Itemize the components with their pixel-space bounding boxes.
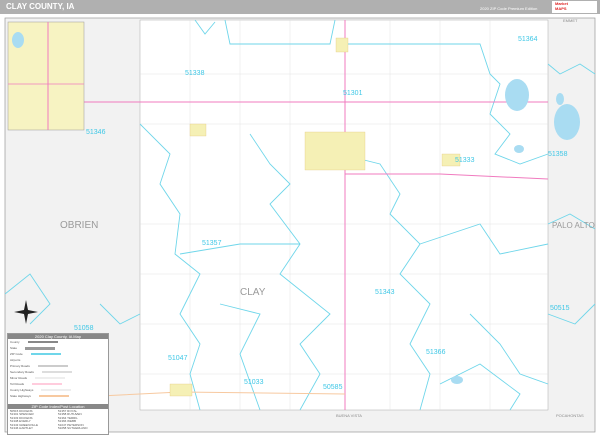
- zip-label-51333: 51333: [455, 157, 475, 164]
- zip-label-50515: 50515: [550, 305, 570, 312]
- logo-text-2: MAPS: [555, 6, 567, 11]
- map-title: CLAY COUNTY, IA: [6, 2, 75, 11]
- zip-index-row: 51058 SUTHERLAND: [58, 426, 88, 431]
- neighbor-label-emmet: EMMET: [563, 18, 578, 23]
- county-label-clay: CLAY: [240, 287, 266, 298]
- neighbor-label-obrien: OBRIEN: [60, 220, 98, 231]
- zip-label-51033: 51033: [244, 379, 264, 386]
- inset-lake: [12, 32, 24, 48]
- neighbor-label-buena-vista: BUENA VISTA: [336, 413, 362, 418]
- zip-label-50585: 50585: [323, 384, 343, 391]
- neighbor-label-palo-alto: PALO ALTO: [552, 221, 595, 230]
- publisher-logo: Market MAPS: [552, 1, 597, 13]
- zip-label-51058: 51058: [74, 325, 94, 332]
- zip-label-51357: 51357: [202, 240, 222, 247]
- zip-label-51364: 51364: [518, 36, 538, 43]
- title-bar: CLAY COUNTY, IA 2020 ZIP Code Premium Ed…: [0, 0, 600, 14]
- clay-county-area: [139, 19, 549, 411]
- zip-label-51346: 51346: [86, 129, 106, 136]
- zip-label-51301: 51301: [343, 90, 363, 97]
- edition-label: 2020 ZIP Code Premium Edition: [480, 6, 538, 11]
- zip-label-51358: 51358: [548, 151, 568, 158]
- legend-item: State Highways: [8, 393, 108, 399]
- zip-index-row: 51346 HARTLEY: [10, 426, 33, 431]
- zip-label-51366: 51366: [426, 349, 446, 356]
- zip-label-51047: 51047: [168, 355, 188, 362]
- zip-label-51343: 51343: [375, 289, 395, 296]
- map-legend: 2020 Clay County, IA Map County State ZI…: [7, 333, 109, 435]
- zip-index: ZIP Code Index/Post Location 50515 DICKE…: [8, 404, 108, 431]
- neighbor-label-pocahontas: POCAHONTAS: [556, 413, 584, 418]
- zip-label-51338: 51338: [185, 70, 205, 77]
